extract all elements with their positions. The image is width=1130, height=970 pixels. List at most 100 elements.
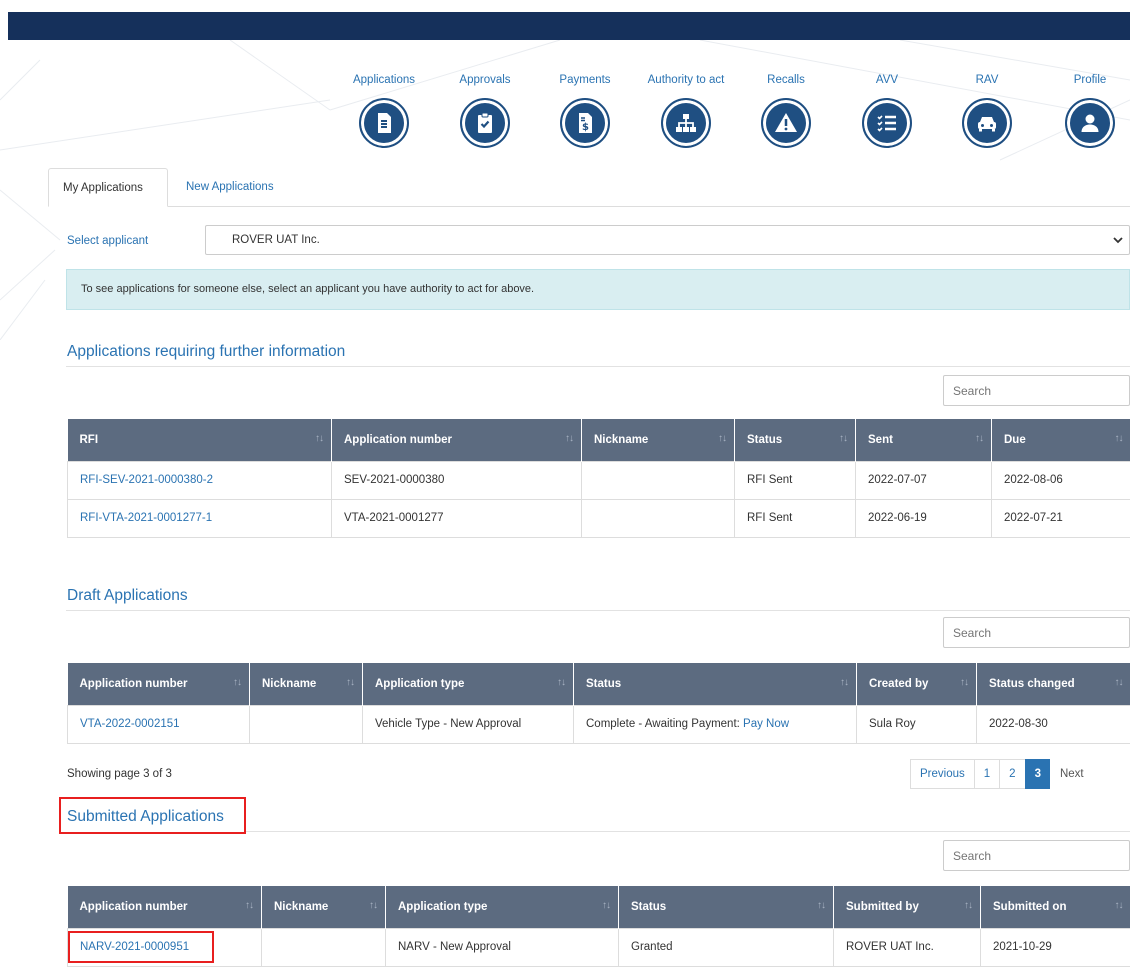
column-header-label: Status: [747, 433, 783, 446]
pagination-next[interactable]: Next: [1049, 759, 1094, 789]
section-divider: [246, 831, 1130, 832]
info-alert: To see applications for someone else, se…: [66, 269, 1130, 310]
pay-now-link[interactable]: Pay Now: [743, 718, 789, 730]
status-text: Complete - Awaiting Payment:: [586, 718, 744, 730]
table-row: RFI-VTA-2021-0001277-1 VTA-2021-0001277 …: [67, 498, 1130, 538]
checklist-icon: [862, 98, 912, 148]
pagination-page-1[interactable]: 1: [973, 759, 1001, 789]
column-header-label: Created by: [869, 677, 929, 690]
status-cell: RFI Sent: [734, 460, 856, 500]
column-header-application-number[interactable]: Application number ↑↓: [331, 419, 582, 461]
warning-icon: [761, 98, 811, 148]
tab-new-applications[interactable]: New Applications: [172, 168, 288, 207]
column-header-application-type[interactable]: Application type ↑↓: [385, 886, 619, 928]
nav-label: Profile: [1073, 74, 1107, 86]
submitted-search-input[interactable]: [943, 840, 1130, 871]
column-header-nickname[interactable]: Nickname ↑↓: [581, 419, 735, 461]
sent-date-cell: 2022-07-07: [855, 460, 992, 500]
sort-icon: ↑↓: [346, 677, 355, 688]
pagination-page-3[interactable]: 3: [1024, 759, 1051, 789]
column-header-submitted-by[interactable]: Submitted by ↑↓: [833, 886, 981, 928]
column-header-application-number[interactable]: Application number ↑↓: [67, 663, 250, 705]
column-header-created-by[interactable]: Created by ↑↓: [856, 663, 977, 705]
car-icon: [962, 98, 1012, 148]
nav-rav[interactable]: RAV: [942, 72, 1032, 148]
sort-icon: ↑↓: [960, 677, 969, 688]
column-header-status[interactable]: Status ↑↓: [573, 663, 857, 705]
pagination-page-2[interactable]: 2: [999, 759, 1026, 789]
pagination: Previous 1 2 3 Next: [910, 759, 1094, 789]
application-number-link[interactable]: NARV-2021-0000951: [67, 927, 262, 967]
sort-icon: ↑↓: [602, 900, 611, 911]
column-header-label: Nickname: [262, 677, 317, 690]
sort-icon: ↑↓: [975, 433, 984, 444]
nav-recalls[interactable]: Recalls: [741, 72, 831, 148]
nav-profile[interactable]: Profile: [1045, 72, 1130, 148]
application-number-cell: SEV-2021-0000380: [331, 460, 582, 500]
column-header-label: Nickname: [274, 900, 329, 913]
table-row: NARV-2021-0000951 NARV - New Approval Gr…: [67, 927, 1130, 967]
column-header-status-changed[interactable]: Status changed ↑↓: [976, 663, 1130, 705]
column-header-sent[interactable]: Sent ↑↓: [855, 419, 992, 461]
status-cell: Complete - Awaiting Payment: Pay Now: [573, 704, 857, 744]
sort-icon: ↑↓: [557, 677, 566, 688]
draft-search-input[interactable]: [943, 617, 1130, 648]
table-row: VTA-2022-0002151 Vehicle Type - New Appr…: [67, 704, 1130, 744]
column-header-status[interactable]: Status ↑↓: [618, 886, 834, 928]
tab-my-applications[interactable]: My Applications: [48, 168, 168, 207]
submitted-section-title: Submitted Applications: [67, 808, 224, 825]
nav-label: RAV: [975, 74, 999, 86]
nav-applications[interactable]: Applications: [339, 72, 429, 148]
sort-icon: ↑↓: [565, 433, 574, 444]
nickname-cell: [581, 498, 735, 538]
column-header-due[interactable]: Due ↑↓: [991, 419, 1130, 461]
column-header-submitted-on[interactable]: Submitted on ↑↓: [980, 886, 1130, 928]
status-cell: RFI Sent: [734, 498, 856, 538]
section-divider: [66, 366, 1130, 367]
draft-table: Application number ↑↓ Nickname ↑↓ Applicat…: [67, 663, 1130, 744]
sort-icon: ↑↓: [1114, 433, 1124, 444]
column-header-label: Submitted by: [846, 900, 919, 913]
rfi-table: RFI ↑↓ Application number ↑↓ Nickname ↑↓ St…: [67, 419, 1130, 538]
column-header-nickname[interactable]: Nickname ↑↓: [249, 663, 363, 705]
table-header-row: Application number ↑↓ Nickname ↑↓ Applicat…: [67, 663, 1130, 705]
section-divider: [66, 610, 1130, 611]
column-header-application-type[interactable]: Application type ↑↓: [362, 663, 574, 705]
application-number-link[interactable]: VTA-2022-0002151: [67, 704, 250, 744]
user-icon: [1065, 98, 1115, 148]
nav-avv[interactable]: AVV: [842, 72, 932, 148]
column-header-rfi[interactable]: RFI ↑↓: [67, 419, 332, 461]
rfi-section-title: Applications requiring further informati…: [67, 343, 346, 360]
rfi-search-input[interactable]: [943, 375, 1130, 406]
column-header-label: Nickname: [594, 433, 649, 446]
table-header-row: RFI ↑↓ Application number ↑↓ Nickname ↑↓ St…: [67, 419, 1130, 461]
sort-icon: ↑↓: [1114, 677, 1124, 688]
sort-icon: ↑↓: [1114, 900, 1124, 911]
submitted-on-cell: 2021-10-29: [980, 927, 1130, 967]
column-header-application-number[interactable]: Application number ↑↓: [67, 886, 262, 928]
sort-icon: ↑↓: [839, 433, 848, 444]
nav-payments[interactable]: Payments $: [540, 72, 630, 148]
nav-label: Recalls: [767, 74, 805, 86]
rfi-link[interactable]: RFI-SEV-2021-0000380-2: [67, 460, 332, 500]
nav-label: Approvals: [459, 74, 511, 86]
table-header-row: Application number ↑↓ Nickname ↑↓ Applicat…: [67, 886, 1130, 928]
column-header-nickname[interactable]: Nickname ↑↓: [261, 886, 386, 928]
sort-icon: ↑↓: [315, 433, 324, 444]
org-chart-icon: [661, 98, 711, 148]
sort-icon: ↑↓: [233, 677, 242, 688]
column-header-label: Status: [631, 900, 667, 913]
pagination-previous[interactable]: Previous: [910, 759, 975, 789]
submitted-by-cell: ROVER UAT Inc.: [833, 927, 981, 967]
nav-approvals[interactable]: Approvals: [440, 72, 530, 148]
rfi-link[interactable]: RFI-VTA-2021-0001277-1: [67, 498, 332, 538]
sort-icon: ↑↓: [369, 900, 378, 911]
top-header-bar: [8, 12, 1130, 40]
column-header-label: Status: [586, 677, 622, 690]
select-applicant-label: Select applicant: [67, 235, 149, 247]
applicant-select[interactable]: ROVER UAT Inc.: [205, 225, 1130, 255]
pagination-info: Showing page 3 of 3: [67, 768, 172, 780]
created-by-cell: Sula Roy: [856, 704, 977, 744]
nav-authority-to-act[interactable]: Authority to act: [641, 72, 731, 148]
column-header-status[interactable]: Status ↑↓: [734, 419, 856, 461]
